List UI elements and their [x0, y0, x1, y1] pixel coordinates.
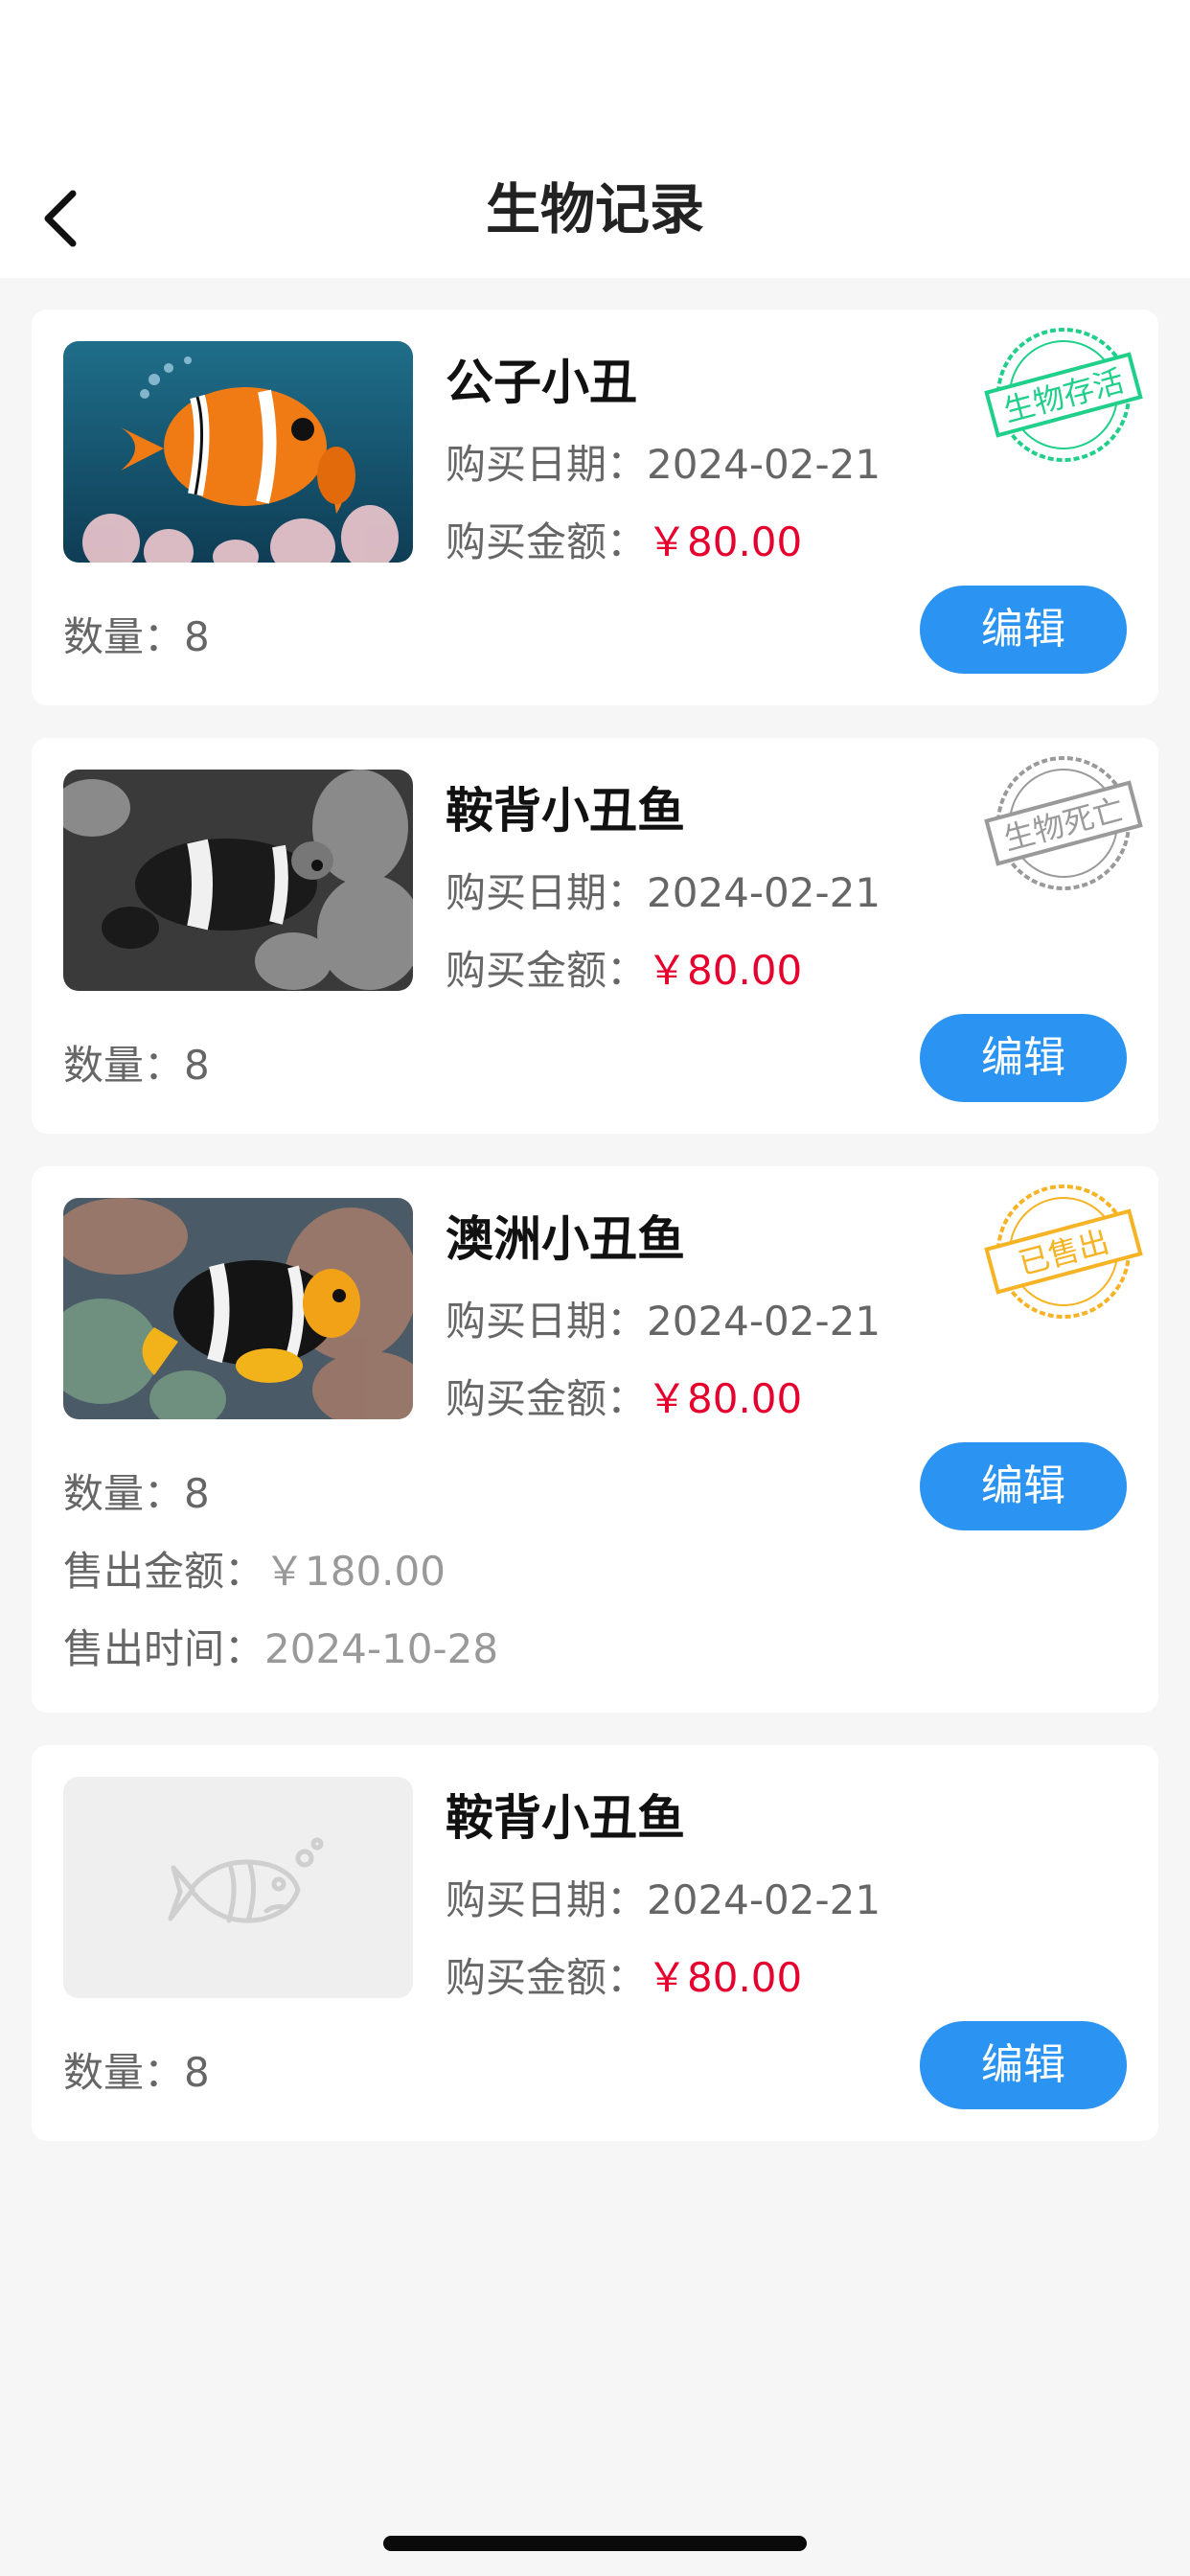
quantity-value: 8 — [184, 2049, 210, 2096]
quantity-line: 数量：8 — [63, 1461, 210, 1520]
quantity-value: 8 — [184, 1042, 210, 1089]
quantity-line: 数量：8 — [63, 605, 210, 663]
purchase-amount-label: 购买金额： — [446, 947, 648, 994]
sold-amount-value: ￥180.00 — [264, 1548, 446, 1595]
purchase-date-label: 购买日期： — [446, 1298, 648, 1345]
quantity-label: 数量： — [63, 1042, 185, 1089]
purchase-date-line: 购买日期：2024-02-21 — [446, 861, 881, 919]
fish-photo — [63, 770, 413, 991]
purchase-amount-value: ￥80.00 — [647, 1954, 803, 2001]
record-card[interactable]: 鞍背小丑鱼 购买日期：2024-02-21 购买金额：￥80.00 数量：8 编… — [32, 738, 1158, 1134]
home-indicator — [383, 2536, 807, 2551]
fish-name: 澳洲小丑鱼 — [446, 1211, 685, 1267]
status-bar — [0, 0, 1190, 153]
purchase-date-value: 2024-02-21 — [647, 1876, 881, 1923]
quantity-label: 数量： — [63, 2049, 185, 2096]
fish-name: 公子小丑 — [446, 355, 637, 410]
edit-button[interactable]: 编辑 — [920, 586, 1127, 674]
page-title: 生物记录 — [486, 178, 704, 242]
purchase-date-value: 2024-02-21 — [647, 441, 881, 488]
sold-time-label: 售出时间： — [63, 1625, 265, 1672]
fish-photo — [63, 341, 413, 563]
record-card[interactable]: 澳洲小丑鱼 购买日期：2024-02-21 购买金额：￥80.00 数量：8 售… — [32, 1166, 1158, 1713]
purchase-amount-line: 购买金额：￥80.00 — [446, 1367, 802, 1425]
edit-button[interactable]: 编辑 — [920, 1442, 1127, 1530]
purchase-amount-value: ￥80.00 — [647, 947, 803, 994]
purchase-date-value: 2024-02-21 — [647, 1298, 881, 1345]
quantity-label: 数量： — [63, 1470, 185, 1517]
purchase-date-line: 购买日期：2024-02-21 — [446, 1289, 881, 1347]
purchase-amount-value: ￥80.00 — [647, 518, 803, 565]
edit-button[interactable]: 编辑 — [920, 1014, 1127, 1102]
quantity-line: 数量：8 — [63, 1033, 210, 1092]
purchase-date-value: 2024-02-21 — [647, 869, 881, 916]
sold-time-line: 售出时间：2024-10-28 — [63, 1617, 498, 1675]
purchase-date-label: 购买日期： — [446, 441, 648, 488]
navigation-bar: 生物记录 — [0, 153, 1190, 278]
fish-name: 鞍背小丑鱼 — [446, 1790, 685, 1846]
quantity-line: 数量：8 — [63, 2040, 210, 2099]
fish-photo-placeholder — [63, 1777, 413, 1998]
purchase-date-line: 购买日期：2024-02-21 — [446, 1868, 881, 1926]
purchase-date-label: 购买日期： — [446, 1876, 648, 1923]
sold-amount-line: 售出金额：￥180.00 — [63, 1539, 446, 1598]
purchase-amount-value: ￥80.00 — [647, 1375, 803, 1422]
sold-time-value: 2024-10-28 — [264, 1625, 499, 1672]
purchase-amount-line: 购买金额：￥80.00 — [446, 1945, 802, 2004]
purchase-date-line: 购买日期：2024-02-21 — [446, 432, 881, 491]
fish-name: 鞍背小丑鱼 — [446, 783, 685, 839]
record-card[interactable]: 公子小丑 购买日期：2024-02-21 购买金额：￥80.00 数量：8 编辑… — [32, 310, 1158, 705]
status-stamp-dead: 生物死亡 — [984, 756, 1143, 890]
sold-amount-label: 售出金额： — [63, 1548, 265, 1595]
purchase-amount-label: 购买金额： — [446, 518, 648, 565]
status-stamp-sold: 已售出 — [984, 1184, 1143, 1319]
quantity-value: 8 — [184, 613, 210, 660]
purchase-amount-line: 购买金额：￥80.00 — [446, 938, 802, 997]
purchase-amount-label: 购买金额： — [446, 1954, 648, 2001]
fish-photo — [63, 1198, 413, 1419]
record-card[interactable]: 鞍背小丑鱼 购买日期：2024-02-21 购买金额：￥80.00 数量：8 编… — [32, 1745, 1158, 2141]
quantity-value: 8 — [184, 1470, 210, 1517]
edit-button[interactable]: 编辑 — [920, 2021, 1127, 2109]
fish-placeholder-icon — [168, 1837, 324, 1923]
status-stamp-alive: 生物存活 — [984, 328, 1143, 462]
purchase-amount-line: 购买金额：￥80.00 — [446, 510, 802, 568]
purchase-amount-label: 购买金额： — [446, 1375, 648, 1422]
purchase-date-label: 购买日期： — [446, 869, 648, 916]
quantity-label: 数量： — [63, 613, 185, 660]
